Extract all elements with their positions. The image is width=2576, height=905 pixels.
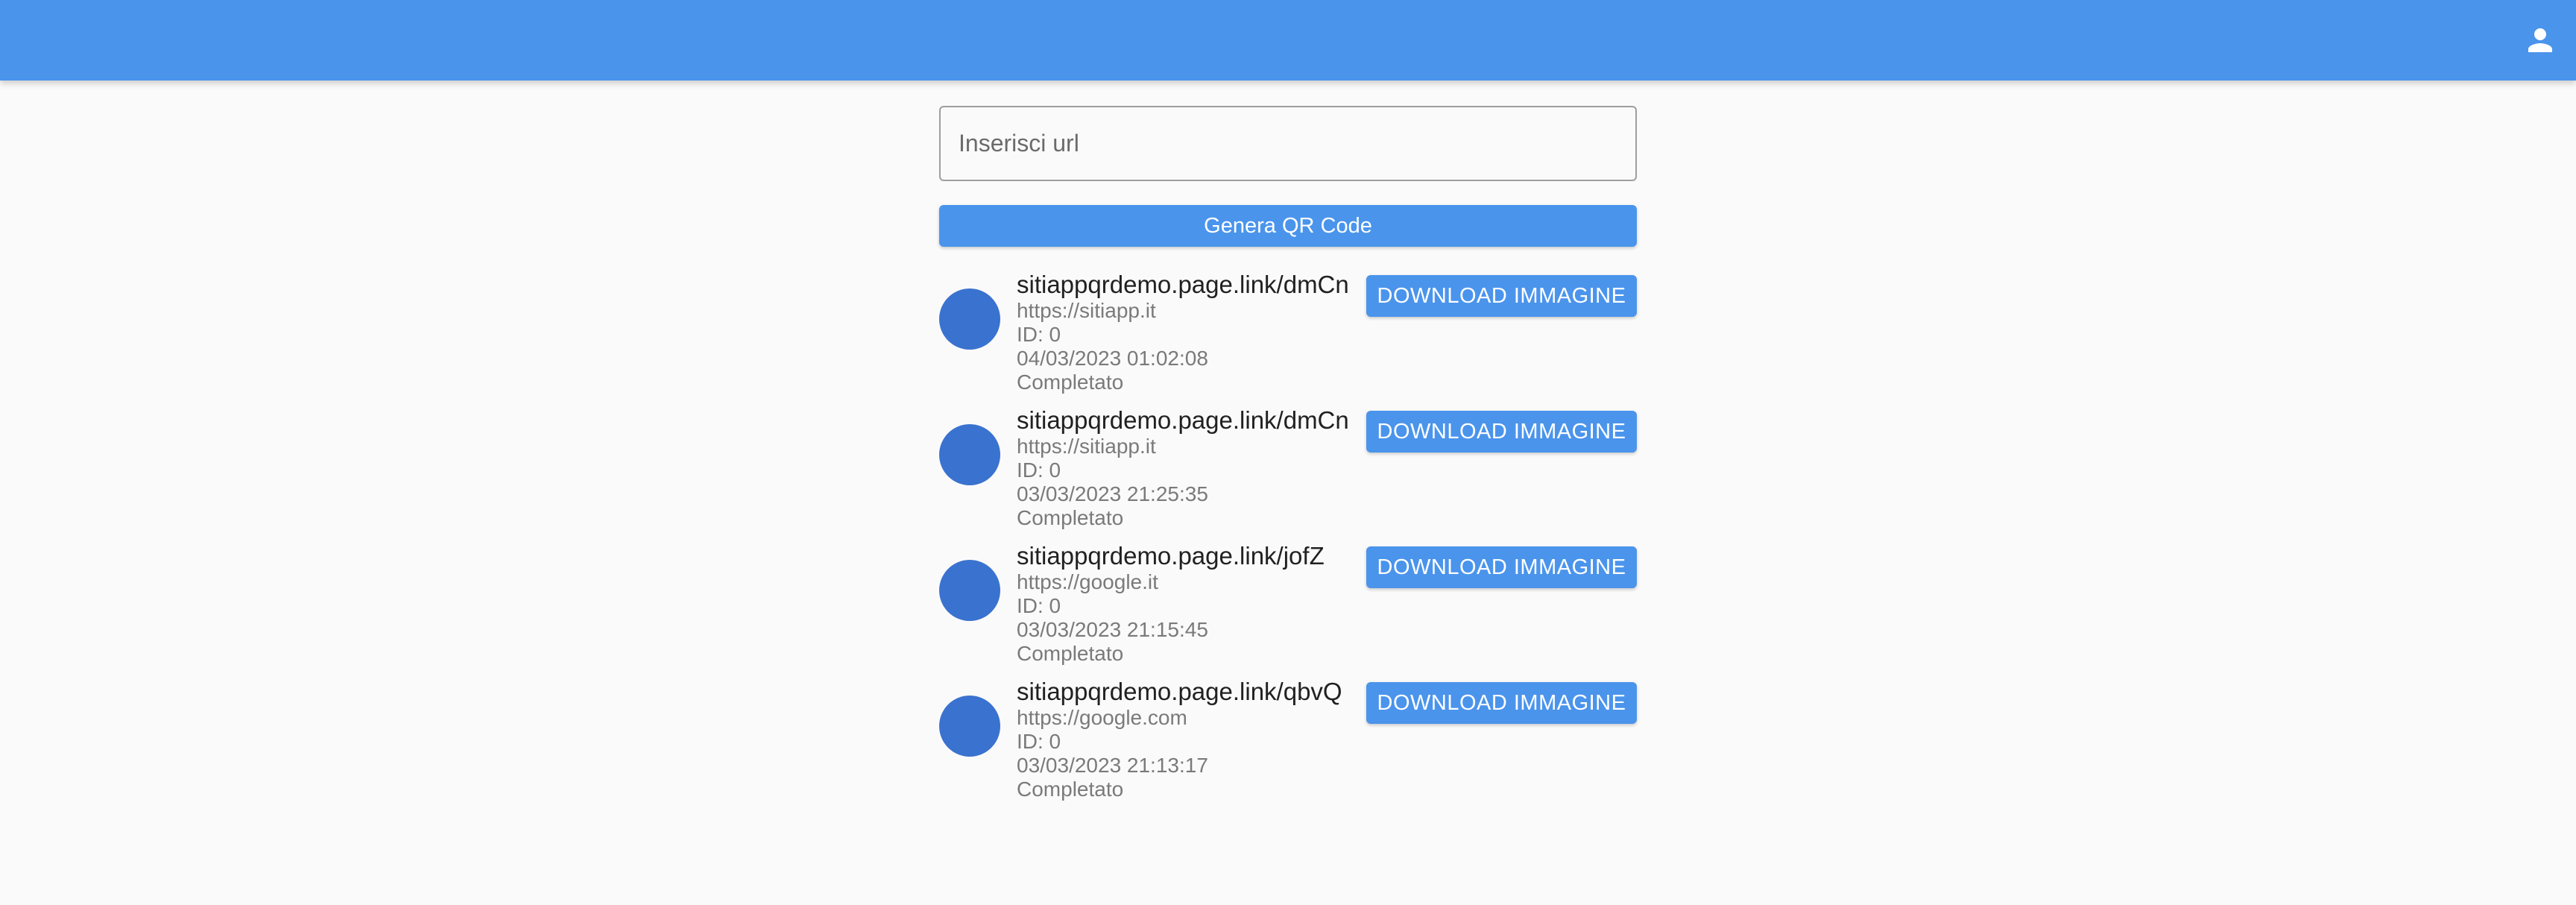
download-image-button[interactable]: DOWNLOAD IMMAGINE <box>1366 275 1637 317</box>
item-short-link: sitiappqrdemo.page.link/dmCn <box>1017 406 1349 434</box>
qr-avatar <box>939 424 1000 485</box>
item-texts: sitiappqrdemo.page.link/jofZ https://goo… <box>1017 542 1325 666</box>
list-item: sitiappqrdemo.page.link/jofZ https://goo… <box>939 542 1637 682</box>
download-image-button[interactable]: DOWNLOAD IMMAGINE <box>1366 546 1637 588</box>
item-texts: sitiappqrdemo.page.link/qbvQ https://goo… <box>1017 678 1342 801</box>
item-id: ID: 0 <box>1017 323 1061 346</box>
qr-avatar <box>939 696 1000 757</box>
item-short-link: sitiappqrdemo.page.link/jofZ <box>1017 542 1325 570</box>
download-image-button[interactable]: DOWNLOAD IMMAGINE <box>1366 682 1637 724</box>
list-item: sitiappqrdemo.page.link/dmCn https://sit… <box>939 406 1637 546</box>
item-status: Completato <box>1017 370 1124 394</box>
item-url: https://google.com <box>1017 706 1187 729</box>
item-id: ID: 0 <box>1017 594 1061 617</box>
item-texts: sitiappqrdemo.page.link/dmCn https://sit… <box>1017 271 1349 394</box>
item-timestamp: 03/03/2023 21:15:45 <box>1017 618 1208 641</box>
qr-avatar <box>939 288 1000 350</box>
item-url: https://sitiapp.it <box>1017 299 1156 322</box>
item-short-link: sitiappqrdemo.page.link/qbvQ <box>1017 678 1342 705</box>
item-timestamp: 04/03/2023 01:02:08 <box>1017 347 1208 370</box>
url-field[interactable] <box>939 106 1637 181</box>
download-image-button[interactable]: DOWNLOAD IMMAGINE <box>1366 411 1637 452</box>
item-url: https://google.it <box>1017 570 1158 593</box>
item-texts: sitiappqrdemo.page.link/dmCn https://sit… <box>1017 406 1349 530</box>
item-status: Completato <box>1017 506 1124 529</box>
item-status: Completato <box>1017 778 1124 801</box>
qr-avatar <box>939 560 1000 621</box>
person-icon <box>2528 28 2552 52</box>
account-button[interactable] <box>2522 22 2558 58</box>
item-short-link: sitiappqrdemo.page.link/dmCn <box>1017 271 1349 298</box>
url-input[interactable] <box>957 129 1619 158</box>
item-status: Completato <box>1017 642 1124 665</box>
main-content: Genera QR Code sitiappqrdemo.page.link/d… <box>939 106 1637 818</box>
item-id: ID: 0 <box>1017 458 1061 482</box>
item-timestamp: 03/03/2023 21:25:35 <box>1017 482 1208 505</box>
item-url: https://sitiapp.it <box>1017 435 1156 458</box>
qr-list: sitiappqrdemo.page.link/dmCn https://sit… <box>939 271 1637 818</box>
item-id: ID: 0 <box>1017 730 1061 753</box>
app-bar <box>0 0 2576 81</box>
list-item: sitiappqrdemo.page.link/qbvQ https://goo… <box>939 678 1637 818</box>
item-timestamp: 03/03/2023 21:13:17 <box>1017 754 1208 777</box>
list-item: sitiappqrdemo.page.link/dmCn https://sit… <box>939 271 1637 411</box>
generate-qr-button[interactable]: Genera QR Code <box>939 205 1637 247</box>
